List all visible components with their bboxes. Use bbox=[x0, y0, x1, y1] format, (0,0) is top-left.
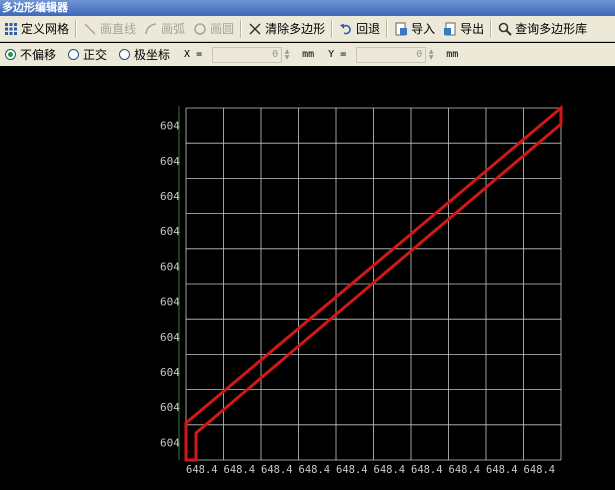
import-button[interactable]: 导入 bbox=[390, 18, 439, 40]
y-coordinate-label: Y = bbox=[328, 49, 347, 60]
x-unit: mm bbox=[302, 49, 315, 60]
import-icon bbox=[394, 22, 408, 36]
y-tick-label: 604 bbox=[160, 331, 180, 344]
y-spinner[interactable]: ▲ ▼ bbox=[426, 47, 436, 63]
x-coordinate-label: X = bbox=[184, 49, 203, 60]
toolbar-divider bbox=[240, 19, 243, 38]
query-library-button[interactable]: 查询多边形库 bbox=[494, 18, 591, 40]
y-tick-label: 604 bbox=[160, 401, 180, 414]
y-tick-label: 604 bbox=[160, 296, 180, 309]
y-unit: mm bbox=[446, 49, 459, 60]
draw-line-button[interactable]: 画直线 bbox=[79, 18, 140, 40]
toolbar-divider bbox=[75, 19, 78, 38]
drawing-canvas[interactable]: 604 604 604 604 604 604 604 604 604 604 648.4 648.… bbox=[0, 66, 615, 486]
draw-arc-button[interactable]: 画弧 bbox=[140, 18, 189, 40]
x-tick-labels: 648.4 648.4 648.4 648.4 648.4 648.4 648.4 648.4… bbox=[186, 464, 555, 476]
y-tick-label: 604 bbox=[160, 120, 180, 133]
x-tick-label: 648.4 bbox=[449, 464, 481, 476]
x-tick-label: 648.4 bbox=[411, 464, 443, 476]
x-tick-label: 648.4 bbox=[261, 464, 293, 476]
export-button[interactable]: 导出 bbox=[439, 18, 488, 40]
x-tick-label: 648.4 bbox=[299, 464, 331, 476]
orthogonal-radio[interactable] bbox=[68, 49, 80, 60]
undo-icon bbox=[339, 22, 353, 36]
grid-icon bbox=[4, 22, 18, 36]
polar-radio[interactable] bbox=[119, 49, 131, 60]
toolbar: 定义网格 画直线 画弧 画圆 清除多边形 回退 导入 导出 查询多边形库 bbox=[0, 16, 615, 42]
x-coordinate-input[interactable]: 0 bbox=[212, 46, 283, 63]
no-offset-radio[interactable] bbox=[5, 49, 16, 60]
x-tick-label: 648.4 bbox=[486, 464, 518, 476]
define-grid-label: 定义网格 bbox=[21, 22, 70, 36]
undo-button[interactable]: 回退 bbox=[335, 18, 384, 40]
x-tick-label: 648.4 bbox=[336, 464, 368, 476]
y-tick-label: 604 bbox=[160, 260, 180, 273]
query-library-label: 查询多边形库 bbox=[515, 22, 588, 36]
window-title: 多边形编辑器 bbox=[0, 0, 615, 16]
y-tick-label: 604 bbox=[160, 225, 180, 238]
y-tick-label: 604 bbox=[160, 436, 180, 449]
import-label: 导入 bbox=[411, 22, 436, 36]
export-icon bbox=[443, 22, 457, 36]
y-coordinate-input[interactable]: 0 bbox=[356, 46, 427, 63]
line-icon bbox=[83, 22, 97, 36]
grid-drawing[interactable]: 604604604604604604604604604604 648.4 648.… bbox=[0, 66, 615, 486]
x-tick-label: 648.4 bbox=[224, 464, 256, 476]
toolbar-divider bbox=[331, 19, 334, 38]
x-tick-label: 648.4 bbox=[524, 464, 556, 476]
close-icon bbox=[248, 22, 262, 36]
polar-label: 极坐标 bbox=[134, 48, 171, 62]
draw-arc-label: 画弧 bbox=[161, 22, 186, 36]
toolbar-divider bbox=[386, 19, 389, 38]
draw-circle-label: 画圆 bbox=[210, 22, 235, 36]
arc-icon bbox=[144, 22, 158, 36]
undo-label: 回退 bbox=[356, 22, 381, 36]
clear-polygon-label: 清除多边形 bbox=[265, 22, 326, 36]
draw-line-label: 画直线 bbox=[100, 22, 137, 36]
define-grid-button[interactable]: 定义网格 bbox=[0, 18, 73, 40]
toolbar-divider bbox=[490, 19, 493, 38]
y-tick-label: 604 bbox=[160, 366, 180, 379]
export-label: 导出 bbox=[460, 22, 485, 36]
x-tick-label: 648.4 bbox=[374, 464, 406, 476]
no-offset-label: 不偏移 bbox=[20, 48, 57, 62]
clear-polygon-button[interactable]: 清除多边形 bbox=[244, 18, 329, 40]
y-tick-label: 604 bbox=[160, 190, 180, 203]
search-icon bbox=[498, 22, 512, 36]
orthogonal-label: 正交 bbox=[83, 48, 108, 62]
x-tick-label: 648.4 bbox=[186, 464, 218, 476]
y-tick-labels: 604 604 604 604 604 604 604 604 604 604 bbox=[160, 120, 180, 450]
options-bar: 不偏移 正交 极坐标 X = 0 ▲ ▼ mm Y = 0 ▲ ▼ mm bbox=[0, 43, 615, 66]
x-spinner[interactable]: ▲ ▼ bbox=[282, 47, 292, 63]
circle-icon bbox=[193, 22, 207, 36]
y-tick-label: 604 bbox=[160, 155, 180, 168]
draw-circle-button[interactable]: 画圆 bbox=[189, 18, 238, 40]
